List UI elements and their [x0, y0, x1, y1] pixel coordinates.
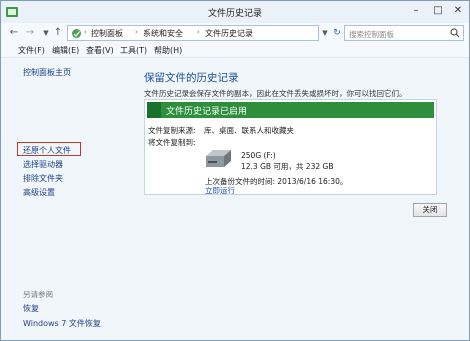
menu-view[interactable]: 查看(V) — [86, 45, 114, 56]
up-arrow-icon[interactable]: ↑ — [51, 26, 65, 40]
drive-space: 12.3 GB 可用，共 232 GB — [241, 162, 334, 171]
page-description: 文件历史记录会保存文件的副本，因此在文件丢失或损坏时，你可以找回它们。 — [144, 89, 407, 98]
sidebar-link-recovery[interactable]: 恢复 — [23, 303, 39, 314]
file-history-window: 文件历史记录 – □ ✕ ← → ▼ ↑ › 控制面板 › 系统和安全 › 文件… — [0, 0, 470, 341]
maximize-button[interactable]: □ — [427, 3, 449, 19]
sidebar-item-restore-personal-files[interactable]: 还原个人文件 — [23, 145, 71, 156]
breadcrumb-control-panel[interactable]: 控制面板 — [91, 28, 123, 39]
breadcrumb-system-security[interactable]: 系统和安全 — [143, 28, 183, 39]
menu-file[interactable]: 文件(F) — [18, 45, 45, 56]
search-icon[interactable] — [450, 28, 460, 38]
sidebar: 控制面板主页 还原个人文件 选择驱动器 排除文件夹 高级设置 另请参阅 恢复 W… — [1, 58, 137, 340]
sidebar-item-exclude-folders[interactable]: 排除文件夹 — [23, 173, 63, 184]
file-history-status-panel: 文件历史记录已启用 文件复制来源: 库、桌面、联系人和收藏夹 将文件复制到: 2… — [144, 99, 437, 195]
copy-to-label: 将文件复制到: — [148, 138, 196, 147]
hard-drive-icon — [206, 150, 231, 167]
see-also-label: 另请参阅 — [23, 290, 53, 299]
address-dropdown-chevron-icon[interactable]: ▼ — [319, 25, 331, 41]
breadcrumb-file-history[interactable]: 文件历史记录 — [205, 28, 253, 39]
close-window-button[interactable]: ✕ — [447, 3, 469, 19]
menu-tools[interactable]: 工具(T) — [120, 45, 147, 56]
menu-bar: 文件(F) 编辑(E) 查看(V) 工具(T) 帮助(H) — [1, 43, 469, 58]
search-input[interactable]: 搜索控制面板 — [344, 25, 464, 41]
back-arrow-icon[interactable]: ← — [7, 26, 21, 40]
breadcrumb-separator-icon: › — [197, 28, 200, 36]
sidebar-link-windows7-file-recovery[interactable]: Windows 7 文件恢复 — [23, 318, 101, 329]
breadcrumb-separator-icon: › — [135, 28, 138, 36]
status-banner: 文件历史记录已启用 — [147, 102, 434, 118]
copy-from-value: 库、桌面、联系人和收藏夹 — [204, 126, 294, 135]
sidebar-item-advanced-settings[interactable]: 高级设置 — [23, 187, 55, 198]
title-bar: 文件历史记录 – □ ✕ — [1, 1, 469, 23]
sidebar-control-panel-home[interactable]: 控制面板主页 — [23, 67, 71, 78]
status-marker-icon — [147, 102, 161, 118]
menu-edit[interactable]: 编辑(E) — [52, 45, 79, 56]
minimize-button[interactable]: – — [405, 3, 427, 19]
drive-name: 250G (F:) — [241, 151, 276, 160]
page-title: 保留文件的历史记录 — [144, 72, 239, 84]
breadcrumb-separator-icon: › — [84, 28, 87, 36]
address-bar-row: ← → ▼ ↑ › 控制面板 › 系统和安全 › 文件历史记录 ▼ ↻ 搜索控制… — [1, 23, 469, 43]
menu-help[interactable]: 帮助(H) — [154, 45, 182, 56]
window-title: 文件历史记录 — [207, 9, 262, 19]
refresh-icon[interactable]: ↻ — [331, 25, 343, 41]
run-now-link[interactable]: 立即运行 — [205, 185, 235, 196]
copy-from-label: 文件复制来源: — [148, 126, 196, 135]
search-placeholder: 搜索控制面板 — [349, 30, 394, 39]
control-panel-icon — [72, 29, 81, 38]
forward-arrow-icon[interactable]: → — [23, 26, 37, 40]
address-box[interactable]: › 控制面板 › 系统和安全 › 文件历史记录 — [67, 25, 319, 41]
sidebar-item-select-drive[interactable]: 选择驱动器 — [23, 159, 63, 170]
main-content: 保留文件的历史记录 文件历史记录会保存文件的副本，因此在文件丢失或损坏时，你可以… — [137, 58, 469, 340]
close-button[interactable]: 关闭 — [413, 203, 447, 217]
status-text: 文件历史记录已启用 — [166, 107, 248, 117]
